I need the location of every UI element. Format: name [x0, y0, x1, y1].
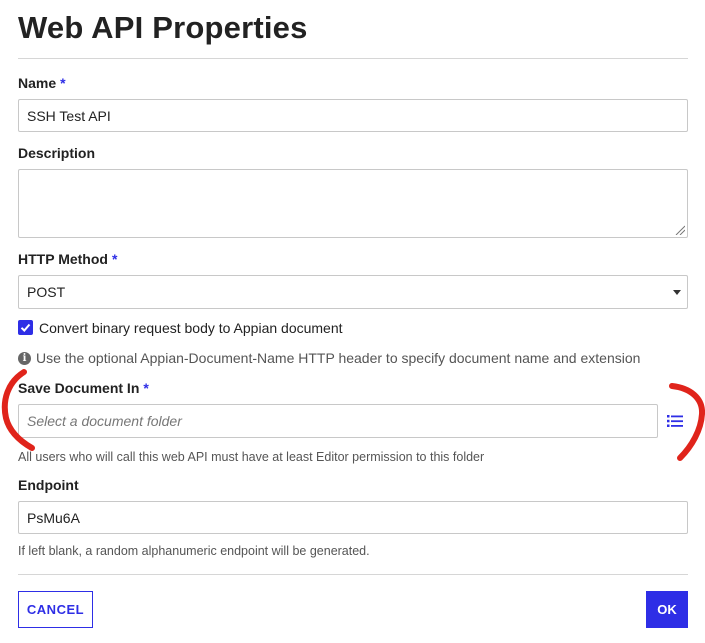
- ok-button[interactable]: OK: [646, 591, 688, 628]
- name-field[interactable]: SSH Test API: [18, 99, 688, 132]
- checkmark-icon: [20, 323, 31, 332]
- required-marker: *: [143, 380, 149, 396]
- save-document-label: Save Document In *: [18, 380, 149, 396]
- save-document-label-text: Save Document In: [18, 380, 140, 396]
- cancel-button[interactable]: CANCEL: [18, 591, 93, 628]
- title-divider: [18, 58, 688, 59]
- info-note: i Use the optional Appian-Document-Name …: [18, 350, 640, 366]
- http-method-label: HTTP Method *: [18, 251, 117, 267]
- endpoint-field[interactable]: PsMu6A: [18, 501, 688, 534]
- name-label-text: Name: [18, 75, 57, 91]
- footer-divider: [18, 574, 688, 575]
- endpoint-hint: If left blank, a random alphanumeric end…: [18, 544, 370, 558]
- endpoint-label: Endpoint: [18, 477, 79, 493]
- document-folder-placeholder: Select a document folder: [27, 413, 182, 429]
- http-method-label-text: HTTP Method: [18, 251, 108, 267]
- description-label-text: Description: [18, 145, 96, 161]
- endpoint-field-value: PsMu6A: [27, 509, 80, 526]
- description-label: Description: [18, 145, 95, 161]
- http-method-select[interactable]: POST: [18, 275, 688, 309]
- chevron-down-icon: [673, 290, 681, 295]
- info-icon: i: [18, 351, 31, 365]
- required-marker: *: [111, 251, 118, 267]
- info-note-text: Use the optional Appian-Document-Name HT…: [36, 350, 641, 366]
- http-method-value: POST: [27, 284, 66, 300]
- convert-binary-checkbox[interactable]: [18, 320, 33, 335]
- name-label: Name *: [18, 75, 66, 91]
- name-field-value: SSH Test API: [27, 107, 111, 124]
- required-marker: *: [60, 75, 66, 91]
- description-field[interactable]: [18, 169, 688, 238]
- dialog-title: Web API Properties: [18, 10, 308, 45]
- save-document-hint: All users who will call this web API mus…: [18, 450, 485, 464]
- document-folder-picker[interactable]: Select a document folder: [18, 404, 658, 438]
- list-browse-icon[interactable]: [667, 414, 683, 428]
- resize-handle-icon[interactable]: [675, 225, 685, 235]
- convert-binary-label[interactable]: Convert binary request body to Appian do…: [39, 320, 343, 336]
- endpoint-label-text: Endpoint: [18, 477, 79, 493]
